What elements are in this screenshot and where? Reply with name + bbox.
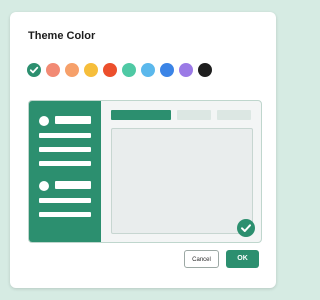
preview-tab (217, 110, 251, 120)
preview-sidebar-item (39, 133, 91, 138)
check-icon (29, 66, 39, 74)
color-swatch-black[interactable] (198, 63, 212, 77)
preview-tab-active (111, 110, 171, 120)
preview-sidebar-item (39, 212, 91, 217)
color-swatch-mint[interactable] (122, 63, 136, 77)
color-swatch-light-orange[interactable] (65, 63, 79, 77)
color-swatch-yellow[interactable] (84, 63, 98, 77)
theme-preview (28, 100, 262, 243)
preview-sidebar-item (55, 116, 91, 124)
preview-sidebar-item (39, 198, 91, 203)
preview-sidebar-item (55, 181, 91, 189)
preview-sidebar (29, 101, 101, 242)
color-swatch-salmon[interactable] (46, 63, 60, 77)
check-circle-icon (237, 219, 255, 237)
preview-content-area (111, 128, 253, 234)
dialog-title: Theme Color (28, 30, 96, 42)
preview-sidebar-item (39, 147, 91, 152)
preview-sidebar-item (39, 161, 91, 166)
color-swatch-purple[interactable] (179, 63, 193, 77)
preview-avatar-dot (39, 181, 49, 191)
color-swatch-green[interactable] (27, 63, 41, 77)
preview-tab (177, 110, 211, 120)
preview-avatar-dot (39, 116, 49, 126)
color-swatch-red-orange[interactable] (103, 63, 117, 77)
cancel-button[interactable]: Cancel (184, 250, 219, 268)
theme-color-dialog: Theme Color Cancel OK (10, 12, 276, 288)
color-swatch-blue[interactable] (160, 63, 174, 77)
ok-button[interactable]: OK (226, 250, 259, 268)
color-swatch-sky-blue[interactable] (141, 63, 155, 77)
